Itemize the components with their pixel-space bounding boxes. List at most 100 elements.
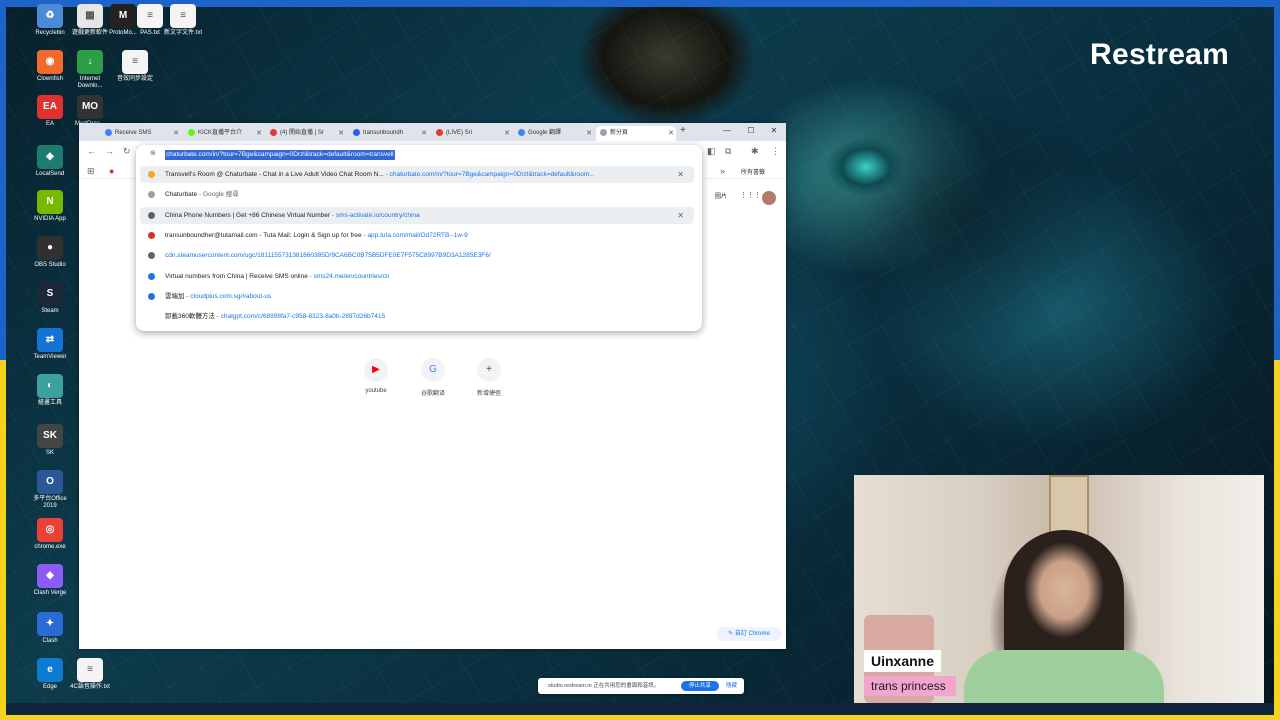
- close-tab-icon[interactable]: ✕: [586, 126, 592, 141]
- desktop-app-icon: N: [37, 190, 63, 214]
- close-tab-icon[interactable]: ✕: [504, 126, 510, 141]
- close-tab-icon[interactable]: ✕: [421, 126, 427, 141]
- omnibox-suggestion[interactable]: 雲端加 - cloudplus.com.sg/#about-us: [140, 288, 694, 305]
- desktop-app-icon: ≡: [122, 50, 148, 74]
- menu-icon[interactable]: ⋮: [771, 146, 780, 157]
- desktop-icon[interactable]: ◐ 繪畫工具: [27, 374, 73, 407]
- suggestion-favicon-icon: [148, 252, 155, 260]
- tab-title: Receive SMS: [115, 130, 152, 136]
- desktop-icon[interactable]: ≡ 音效同步設定: [112, 50, 158, 83]
- browser-tab[interactable]: (LIVE) Sri ✕: [432, 126, 512, 141]
- youtube-icon: ▶: [364, 358, 388, 382]
- omnibox-suggestion[interactable]: Transvell's Room @ Chaturbate - Chat in …: [140, 166, 694, 183]
- tab-favicon-icon: [188, 128, 195, 136]
- omnibox-suggestion[interactable]: 卸載360軟體方法 - chatgpt.com/c/68998fa7-c958-…: [140, 308, 694, 325]
- streamer-nameplate: Uinxanne trans princess: [864, 650, 956, 696]
- browser-tab[interactable]: KICK直播平台介 ✕: [184, 126, 264, 141]
- tab-title: (LIVE) Sri: [446, 130, 473, 136]
- desktop-icon-label: Clash Verge: [33, 590, 67, 596]
- suggestion-favicon-icon: [148, 272, 155, 280]
- extensions-puzzle-icon[interactable]: ✱: [751, 146, 759, 157]
- shortcut-tile[interactable]: ▶ youtube: [351, 358, 401, 394]
- google-apps-icon[interactable]: ⋮⋮⋮: [740, 191, 761, 199]
- reload-icon[interactable]: ↻: [123, 146, 131, 157]
- browser-tab[interactable]: Receive SMS ✕: [101, 126, 181, 141]
- tab-favicon-icon: [518, 128, 525, 136]
- suggestion-url: cloudplus.com.sg/#about-us: [190, 292, 272, 300]
- desktop-app-icon: ≡: [170, 4, 196, 28]
- screenshare-icon[interactable]: ⧉: [725, 146, 731, 157]
- omnibox-suggestion[interactable]: Virtual numbers from China | Receive SMS…: [140, 268, 694, 285]
- desktop-icon[interactable]: ↓ Internet Downlo...: [67, 50, 113, 90]
- suggestion-url: cdn.steamusercontent.com/ugc/18111557313…: [165, 252, 491, 260]
- desktop-icon[interactable]: ◆ Clash Verge: [27, 564, 73, 597]
- forward-icon[interactable]: →: [105, 146, 114, 156]
- browser-tab[interactable]: transunboundh ✕: [349, 126, 429, 141]
- desktop-icon[interactable]: N NVIDIA App: [27, 190, 73, 223]
- desktop-icon-label: 繪畫工具: [37, 400, 62, 406]
- desktop-icon-label: TeamViewer: [33, 354, 67, 360]
- customize-chrome-button[interactable]: ✎ 自訂 Chrome: [716, 627, 782, 641]
- browser-tab[interactable]: 新分頁 ✕: [596, 126, 676, 141]
- minimize-button[interactable]: —: [717, 126, 737, 135]
- desktop-app-icon: ◆: [37, 564, 63, 588]
- site-info-icon[interactable]: ⊛: [150, 149, 156, 157]
- back-icon[interactable]: ←: [87, 146, 96, 156]
- extension-icon[interactable]: ◧: [707, 146, 716, 157]
- omnibox-suggestion[interactable]: Chaturbate - Google 搜尋: [140, 186, 694, 203]
- desktop-icon[interactable]: O 多平台Office 2019: [27, 470, 73, 510]
- desktop-icon[interactable]: S Steam: [27, 282, 73, 315]
- desktop-icon-label: SK: [45, 450, 54, 456]
- customize-chrome-label: 自訂 Chrome: [734, 631, 770, 637]
- desktop-app-icon: e: [37, 658, 63, 682]
- desktop-icon[interactable]: SK SK: [27, 424, 73, 457]
- new-tab-button[interactable]: +: [680, 125, 686, 136]
- desktop-icon[interactable]: ≡ 新文字文件.txt: [160, 4, 206, 37]
- tab-title: KICK直播平台介: [198, 130, 243, 136]
- maximize-button[interactable]: ☐: [741, 126, 761, 135]
- suggestion-title: Chaturbate: [165, 191, 198, 199]
- images-link[interactable]: 圖片: [715, 191, 727, 200]
- suggestion-text: cdn.steamusercontent.com/ugc/18111557313…: [165, 247, 491, 264]
- browser-tab[interactable]: (4) 開始直播 | Sr ✕: [266, 126, 346, 141]
- streamer-name: Uinxanne: [864, 650, 942, 672]
- shortcut-label: 谷歌翻译: [420, 391, 445, 397]
- browser-tab[interactable]: Google 翻譯 ✕: [514, 126, 594, 141]
- close-window-button[interactable]: ✕: [764, 126, 784, 135]
- remove-suggestion-icon[interactable]: ✕: [677, 207, 684, 224]
- suggestion-text: China Phone Numbers | Get +86 Chinese Vi…: [165, 207, 420, 224]
- suggestion-url: sms-activate.io/country/china: [335, 211, 420, 219]
- shortcut-tile[interactable]: + 新增捷徑: [464, 358, 514, 397]
- tab-title: transunboundh: [363, 130, 404, 136]
- address-bar-text[interactable]: chaturbate.com/in/?tour=7Bge&campaign=0D…: [165, 150, 395, 160]
- omnibox-suggestion[interactable]: transunboundher@tutamail.com - Tuta Mail…: [140, 227, 694, 244]
- desktop-icon[interactable]: ≡ 4C語音操作.txt: [67, 658, 113, 691]
- desktop-icon[interactable]: ◎ chrome.exe: [27, 518, 73, 551]
- stop-sharing-button[interactable]: 停止共享: [681, 681, 719, 691]
- omnibox-suggestion[interactable]: China Phone Numbers | Get +86 Chinese Vi…: [140, 206, 694, 224]
- close-tab-icon[interactable]: ✕: [668, 126, 674, 141]
- profile-avatar[interactable]: [762, 191, 776, 205]
- desktop-icon[interactable]: ● OBS Studio: [27, 236, 73, 269]
- screen-share-message: studio.restream.io 正在共用您的畫面和音訊。: [548, 683, 660, 689]
- desktop-icon[interactable]: ◈ LocalSend: [27, 145, 73, 178]
- desktop-icon[interactable]: ✦ Clash: [27, 612, 73, 645]
- suggestion-favicon-icon: [148, 231, 155, 239]
- all-bookmarks-folder[interactable]: 所有書籤: [741, 167, 765, 176]
- omnibox-suggestion[interactable]: cdn.steamusercontent.com/ugc/18111557313…: [140, 247, 694, 264]
- remove-suggestion-icon[interactable]: ✕: [677, 166, 684, 183]
- more-bookmarks-icon[interactable]: »: [720, 166, 725, 176]
- close-tab-icon[interactable]: ✕: [173, 126, 179, 141]
- desktop-icon[interactable]: ⇄ TeamViewer: [27, 328, 73, 361]
- desktop-app-icon: ◐: [37, 374, 63, 398]
- suggestion-favicon-icon: [148, 313, 155, 321]
- windows-taskbar: [6, 703, 1274, 715]
- close-tab-icon[interactable]: ✕: [338, 126, 344, 141]
- address-bar[interactable]: ⊛ chaturbate.com/in/?tour=7Bge&campaign=…: [144, 148, 694, 162]
- desktop-app-icon: ⇄: [37, 328, 63, 352]
- close-tab-icon[interactable]: ✕: [256, 126, 262, 141]
- bookmark-icon[interactable]: ●: [109, 166, 114, 176]
- shortcut-tile[interactable]: G 谷歌翻译: [408, 358, 458, 397]
- hide-share-bar-button[interactable]: 隱藏: [726, 678, 737, 694]
- apps-grid-icon[interactable]: ⊞: [87, 166, 95, 177]
